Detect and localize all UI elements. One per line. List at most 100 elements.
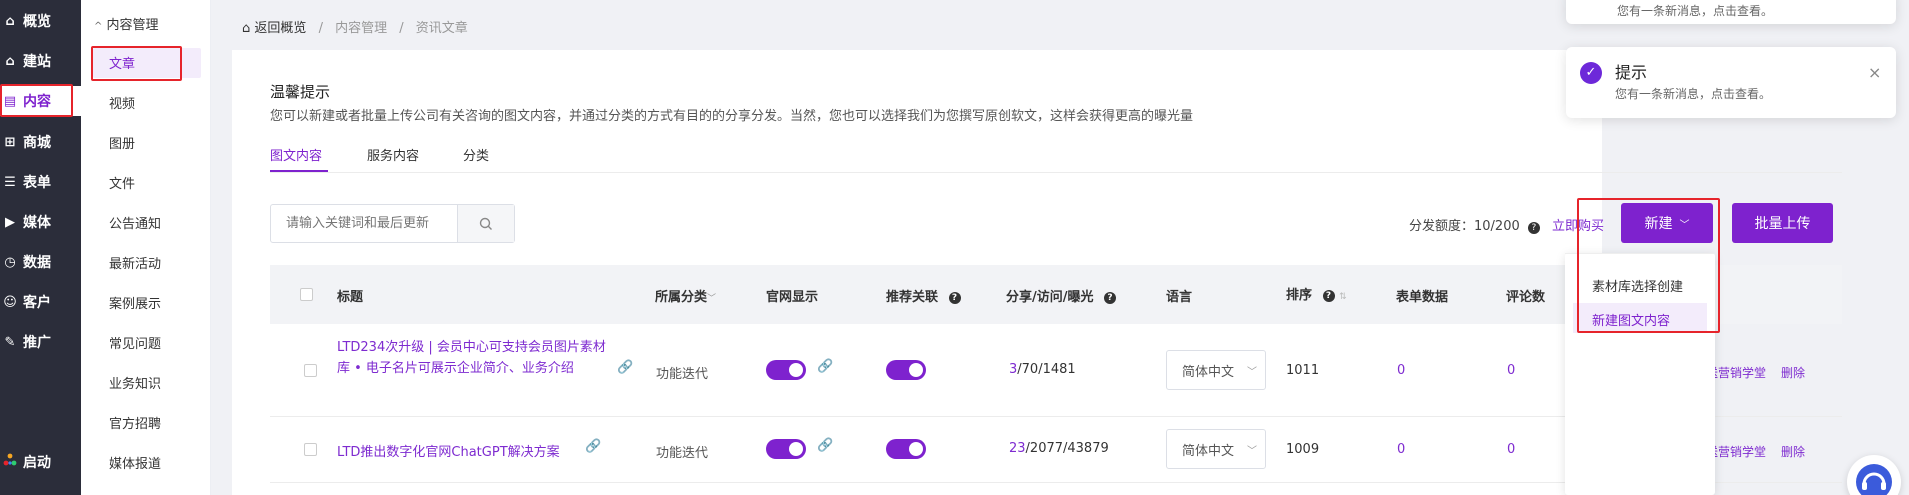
row-comment-count[interactable]: 0 <box>1507 363 1515 378</box>
site-display-toggle[interactable] <box>766 439 806 459</box>
home-icon: ⌂ <box>242 21 251 36</box>
chevron-down-icon: ﹀ <box>1247 367 1257 378</box>
nav-item-promote[interactable]: ✎ 推广 <box>0 327 81 357</box>
close-icon[interactable]: × <box>1868 63 1881 82</box>
subnav-item-album[interactable]: 图册 <box>109 133 135 152</box>
subnav-item-faq[interactable]: 常见问题 <box>109 333 161 352</box>
row-form-count[interactable]: 0 <box>1397 442 1405 457</box>
highlight-new-dropdown <box>1577 198 1720 333</box>
chevron-up-icon: ^ <box>94 21 103 32</box>
delete-link[interactable]: 删除 <box>1781 364 1805 381</box>
chevron-down-icon: ﹀ <box>707 294 717 304</box>
subnav-item-jobs[interactable]: 官方招聘 <box>109 413 161 432</box>
breadcrumb: ⌂ 返回概览 / 内容管理 / 资讯文章 <box>242 21 468 36</box>
related-toggle[interactable] <box>886 360 926 380</box>
header-form: 表单数据 <box>1396 290 1449 305</box>
customer-service-button[interactable] <box>1847 455 1901 495</box>
row-comment-count[interactable]: 0 <box>1507 442 1515 457</box>
subnav-item-activity[interactable]: 最新活动 <box>109 253 161 272</box>
row-title-link[interactable]: LTD234次升级 | 会员中心可支持会员图片素材库 • 电子名片可展示企业简介… <box>337 337 607 379</box>
site-display-toggle[interactable] <box>766 360 806 380</box>
link-icon[interactable]: 🔗 <box>617 361 633 375</box>
header-comments: 评论数 <box>1506 290 1546 305</box>
tab-services[interactable]: 服务内容 <box>367 145 419 164</box>
select-all-checkbox[interactable] <box>300 288 313 301</box>
link-icon[interactable]: 🔗 <box>585 440 601 454</box>
header-category[interactable]: 所属分类﹀ <box>655 286 716 305</box>
delete-link[interactable]: 删除 <box>1781 443 1805 460</box>
subnav-item-notice[interactable]: 公告通知 <box>109 213 161 232</box>
chevron-down-icon: ﹀ <box>1247 446 1257 457</box>
launch-label: 启动 <box>23 455 51 471</box>
share-count-link[interactable]: 23 <box>1009 441 1026 456</box>
subnav-item-file[interactable]: 文件 <box>109 173 135 192</box>
row-sort: 1011 <box>1286 363 1320 378</box>
breadcrumb-level2: 资讯文章 <box>415 21 468 36</box>
language-select[interactable]: 简体中文 ﹀ <box>1166 429 1266 469</box>
nav-item-label: 数据 <box>23 255 51 271</box>
store-icon: ⌂ <box>5 13 15 29</box>
visit-exposure: /70/1481 <box>1017 362 1076 377</box>
link-icon[interactable]: 🔗 <box>817 439 833 453</box>
nav-item-label: 推广 <box>23 335 51 351</box>
highlight-article <box>91 46 182 81</box>
header-related-label: 推荐关联 <box>886 290 939 305</box>
header-sort[interactable]: 排序 ? ⇅ <box>1286 284 1347 303</box>
row-category: 功能迭代 <box>656 367 709 382</box>
subnav-item-cases[interactable]: 案例展示 <box>109 293 161 312</box>
search-box <box>270 204 515 243</box>
help-icon[interactable]: ? <box>948 291 961 304</box>
help-icon[interactable]: ? <box>1527 222 1540 234</box>
header-category-label: 所属分类 <box>655 290 708 305</box>
subnav-item-video[interactable]: 视频 <box>109 93 135 112</box>
tab-category[interactable]: 分类 <box>463 145 489 164</box>
nav-item-media[interactable]: ▶ 媒体 <box>0 207 81 237</box>
row-title-link[interactable]: LTD推出数字化官网ChatGPT解决方案 <box>337 441 560 460</box>
nav-item-site[interactable]: ⌂ 建站 <box>0 46 81 76</box>
visit-exposure: /2077/43879 <box>1025 441 1109 456</box>
notification-card[interactable]: ✓ 提示 您有一条新消息，点击查看。 × <box>1566 47 1896 118</box>
row-checkbox[interactable] <box>304 443 317 456</box>
related-toggle[interactable] <box>886 439 926 459</box>
notification-text: 您有一条新消息，点击查看。 <box>1615 87 1772 101</box>
nav-item-label: 概览 <box>23 14 51 30</box>
help-icon[interactable]: ? <box>1104 291 1117 304</box>
row-sort: 1009 <box>1286 442 1320 457</box>
tab-articles[interactable]: 图文内容 <box>270 145 322 164</box>
tip-text: 您可以新建或者批量上传公司有关咨询的图文内容，并通过分类的方式有目的的分享分发。… <box>270 109 1194 124</box>
nav-item-shop[interactable]: ⊞ 商城 <box>0 127 81 157</box>
breadcrumb-back[interactable]: 返回概览 <box>254 21 306 36</box>
notification-top[interactable]: 您有一条新消息，点击查看。 <box>1566 0 1896 24</box>
row-checkbox[interactable] <box>304 364 317 377</box>
subnav-group[interactable]: ^ 内容管理 <box>94 14 159 33</box>
check-circle-icon: ✓ <box>1580 62 1602 84</box>
row-form-count[interactable]: 0 <box>1397 363 1405 378</box>
quota-label: 分发额度：10/200 <box>1409 219 1520 234</box>
promote-icon: ✎ <box>4 334 16 350</box>
nav-item-form[interactable]: ☰ 表单 <box>0 167 81 197</box>
batch-upload-button[interactable]: 批量上传 <box>1732 203 1833 243</box>
language-select[interactable]: 简体中文 ﹀ <box>1166 350 1266 390</box>
search-input[interactable] <box>271 205 457 242</box>
subnav-item-knowledge[interactable]: 业务知识 <box>109 373 161 392</box>
sort-icon[interactable]: ⇅ <box>1339 292 1347 302</box>
tip-title: 温馨提示 <box>270 83 331 101</box>
headset-icon <box>1856 464 1892 495</box>
search-icon <box>479 217 492 230</box>
nav-item-label: 媒体 <box>23 215 51 231</box>
quota-info: 分发额度：10/200 ? 立即购买 <box>1409 215 1604 234</box>
subnav-item-press[interactable]: 媒体报道 <box>109 453 161 472</box>
help-icon[interactable]: ? <box>1322 289 1335 302</box>
breadcrumb-level1[interactable]: 内容管理 <box>335 21 387 36</box>
nav-item-label: 建站 <box>23 54 51 70</box>
launch-dots-icon <box>2 453 18 471</box>
shop-icon: ⊞ <box>4 134 16 150</box>
header-sort-label: 排序 <box>1286 288 1313 303</box>
nav-item-data[interactable]: ◷ 数据 <box>0 247 81 277</box>
nav-item-overview[interactable]: ⌂ 概览 <box>0 6 81 36</box>
link-icon[interactable]: 🔗 <box>817 360 833 374</box>
search-button[interactable] <box>457 205 514 242</box>
launch-button[interactable]: 启动 <box>0 447 81 477</box>
nav-item-customer[interactable]: ☺ 客户 <box>0 287 81 317</box>
nav-item-label: 表单 <box>23 175 51 191</box>
